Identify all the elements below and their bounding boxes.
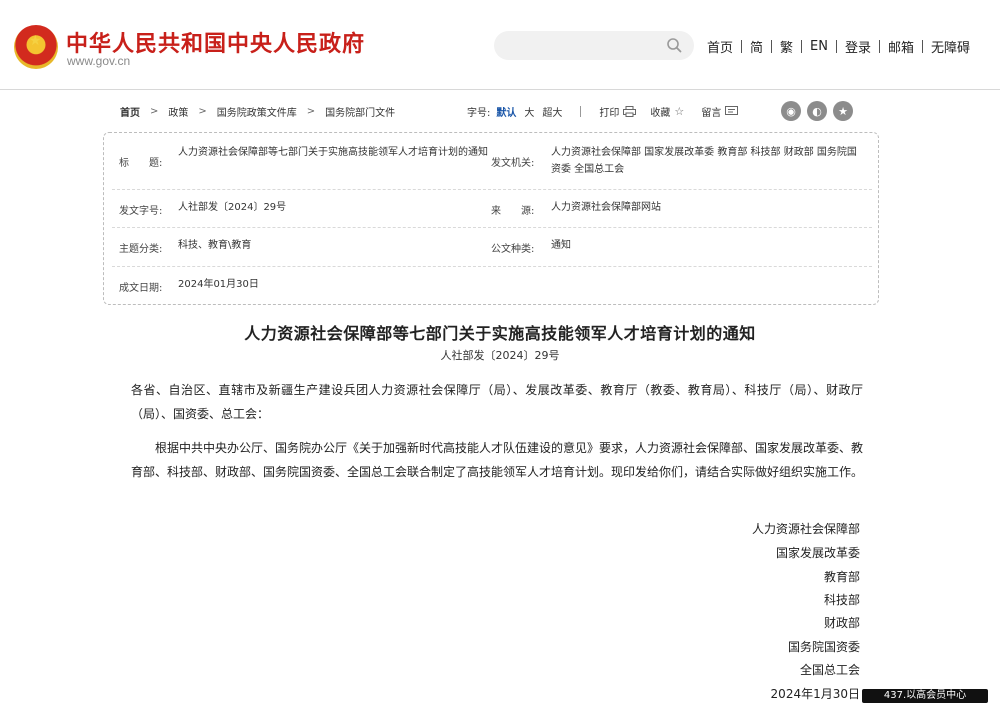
- nav-divider: [771, 39, 773, 53]
- font-size-large[interactable]: 大: [524, 104, 534, 119]
- nav-divider: [801, 39, 803, 53]
- topic-value: 科技、教育\教育: [178, 240, 252, 251]
- site-url[interactable]: www.gov.cn: [67, 54, 130, 68]
- national-emblem-icon[interactable]: ★: [14, 25, 58, 69]
- favorite-button[interactable]: 收藏: [650, 104, 670, 119]
- favorite-star-icon[interactable]: ★: [833, 101, 853, 121]
- doctype-label: 公文种类:: [491, 244, 535, 255]
- article-body: 根据中共中央办公厅、国务院办公厅《关于加强新时代高技能人才队伍建设的意见》要求，…: [131, 441, 864, 479]
- comment-icon[interactable]: [725, 106, 739, 117]
- title-value: 人力资源社会保障部等七部门关于实施高技能领军人才培育计划的通知: [178, 147, 488, 158]
- signatory: 财政部: [823, 616, 860, 630]
- source-value: 人力资源社会保障部网站: [551, 202, 661, 213]
- nav-divider: [879, 39, 881, 53]
- breadcrumb-bar: 首页 > 政策 > 国务院政策文件库 > 国务院部门文件 字号: 默认 大 超大…: [120, 101, 880, 121]
- search-icon[interactable]: [666, 37, 682, 53]
- article-addressee: 各省、自治区、直辖市及新疆生产建设兵团人力资源社会保障厅（局）、发展改革委、教育…: [131, 383, 863, 421]
- nav-divider: [741, 39, 743, 53]
- top-nav: 首页 简 繁 EN 登录 邮箱 无障碍: [707, 37, 970, 56]
- share-buttons: ◉ ◐ ★: [781, 101, 853, 121]
- nav-traditional[interactable]: 繁: [780, 37, 793, 56]
- info-row: 成文日期: 2024年01月30日: [112, 267, 872, 304]
- date-value: 2024年01月30日: [178, 279, 259, 290]
- breadcrumb-policy[interactable]: 政策: [168, 104, 188, 119]
- printer-icon[interactable]: [623, 106, 637, 117]
- doctype-value: 通知: [551, 240, 571, 251]
- article-doc-number: 人社部发〔2024〕29号: [440, 349, 560, 362]
- article-tools: 字号: 默认 大 超大 打印 收藏 ☆ 留言: [467, 104, 752, 119]
- search-input[interactable]: [508, 36, 658, 55]
- chevron-right-icon: >: [150, 106, 159, 117]
- font-size-default[interactable]: 默认: [496, 104, 516, 119]
- docno-label: 发文字号:: [119, 206, 163, 217]
- signatory: 教育部: [823, 570, 860, 584]
- nav-mailbox[interactable]: 邮箱: [888, 37, 914, 56]
- signatory: 国家发展改革委: [775, 546, 860, 560]
- article-title: 人力资源社会保障部等七部门关于实施高技能领军人才培育计划的通知: [244, 324, 756, 343]
- info-row: 标 题: 人力资源社会保障部等七部门关于实施高技能领军人才培育计划的通知 发文机…: [112, 133, 872, 190]
- nav-login[interactable]: 登录: [845, 37, 871, 56]
- star-outline-icon[interactable]: ☆: [674, 106, 687, 117]
- nav-simplified[interactable]: 简: [750, 37, 763, 56]
- nav-accessibility[interactable]: 无障碍: [931, 37, 970, 56]
- nav-divider: [922, 39, 924, 53]
- issuer-label: 发文机关:: [491, 158, 535, 169]
- signatory: 人力资源社会保障部: [751, 522, 860, 536]
- member-center-tag[interactable]: 437.以高会员中心: [862, 689, 988, 703]
- chevron-right-icon: >: [198, 106, 207, 117]
- font-size-xlarge[interactable]: 超大: [542, 104, 562, 119]
- info-row: 发文字号: 人社部发〔2024〕29号 来 源: 人力资源社会保障部网站: [112, 190, 872, 228]
- breadcrumb: 首页 > 政策 > 国务院政策文件库 > 国务院部门文件: [120, 104, 395, 119]
- issuer-value: 人力资源社会保障部 国家发展改革委 教育部 科技部 财政部 国务院国资委 全国总…: [551, 147, 857, 175]
- wechat-share-icon[interactable]: ◐: [807, 101, 827, 121]
- font-size-label: 字号:: [467, 108, 491, 119]
- title-label: 标 题:: [119, 158, 163, 169]
- date-label: 成文日期:: [119, 283, 163, 294]
- source-label: 来 源:: [491, 206, 535, 217]
- signatory: 国务院国资委: [787, 640, 860, 654]
- breadcrumb-home[interactable]: 首页: [120, 104, 140, 119]
- info-row: 主题分类: 科技、教育\教育 公文种类: 通知: [112, 228, 872, 267]
- nav-english[interactable]: EN: [810, 39, 828, 54]
- topic-label: 主题分类:: [119, 244, 163, 255]
- print-button[interactable]: 打印: [599, 104, 619, 119]
- signature-date: 2024年1月30日: [770, 687, 860, 701]
- breadcrumb-department-docs[interactable]: 国务院部门文件: [325, 104, 395, 119]
- site-header: ★ 中华人民共和国中央人民政府 www.gov.cn 首页 简 繁 EN 登录 …: [0, 0, 1000, 90]
- chevron-right-icon: >: [306, 106, 316, 117]
- search-box[interactable]: [494, 31, 694, 60]
- weibo-share-icon[interactable]: ◉: [781, 101, 801, 121]
- document-info-box: 标 题: 人力资源社会保障部等七部门关于实施高技能领军人才培育计划的通知 发文机…: [103, 132, 879, 305]
- tools-divider: [580, 106, 582, 117]
- signatory: 科技部: [823, 593, 860, 607]
- docno-value: 人社部发〔2024〕29号: [178, 202, 287, 213]
- breadcrumb-policy-library[interactable]: 国务院政策文件库: [217, 104, 297, 119]
- nav-home[interactable]: 首页: [707, 37, 733, 56]
- notes-button[interactable]: 留言: [701, 104, 721, 119]
- nav-divider: [836, 39, 837, 53]
- signatory: 全国总工会: [799, 663, 860, 677]
